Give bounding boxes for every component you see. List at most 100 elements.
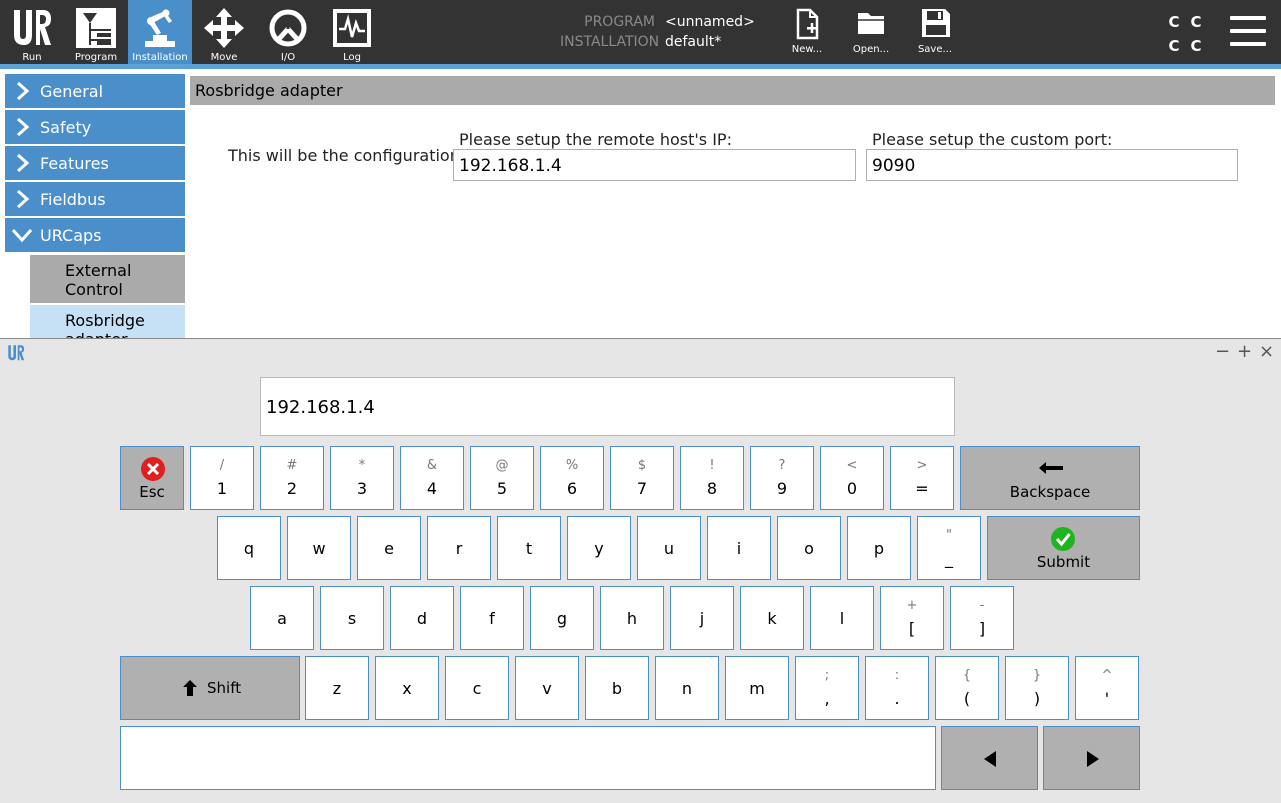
key-row3-8[interactable]: l xyxy=(810,586,874,650)
key-main-label: f xyxy=(489,609,495,628)
key-row4-3[interactable]: v xyxy=(515,656,579,720)
key-row3-0[interactable]: a xyxy=(250,586,314,650)
key-row3-6[interactable]: j xyxy=(670,586,734,650)
key-row4-11[interactable]: ^ ' xyxy=(1075,656,1139,720)
key-row3-9[interactable]: +[ xyxy=(880,586,944,650)
key-alt-label: ! xyxy=(709,458,715,473)
nav-installation-button[interactable]: Installation xyxy=(128,0,192,64)
save-disk-icon xyxy=(922,9,950,37)
sidebar-item-general[interactable]: General xyxy=(5,74,185,108)
arrow-right-icon xyxy=(1087,751,1099,767)
key-row2-5[interactable]: y xyxy=(567,516,631,580)
port-field[interactable]: 9090 xyxy=(866,149,1238,181)
key-row1-5[interactable]: % 6 xyxy=(540,446,604,510)
shift-key[interactable]: Shift xyxy=(120,656,300,720)
key-row3-3[interactable]: f xyxy=(460,586,524,650)
key-row1-4[interactable]: @5 xyxy=(470,446,534,510)
key-main-label: a xyxy=(277,609,287,628)
key-main-label: 4 xyxy=(426,479,438,498)
nav-log-button[interactable]: Log xyxy=(320,0,384,64)
key-row1-8[interactable]: ? 9 xyxy=(750,446,814,510)
key-row4-10[interactable]: }) xyxy=(1005,656,1069,720)
key-row3-4[interactable]: g xyxy=(530,586,594,650)
backspace-key[interactable]: Backspace xyxy=(960,446,1140,510)
sidebar-item-safety[interactable]: Safety xyxy=(5,110,185,144)
key-row4-8[interactable]: :. xyxy=(865,656,929,720)
key-alt-label: ? xyxy=(778,458,786,473)
key-row2-0[interactable]: q xyxy=(217,516,281,580)
key-row3-2[interactable]: d xyxy=(390,586,454,650)
key-row4-1[interactable]: x xyxy=(375,656,439,720)
new-file-label: New... xyxy=(791,44,823,55)
nav-program-button[interactable]: Program xyxy=(64,0,128,64)
key-row1-7[interactable]: ! 8 xyxy=(680,446,744,510)
cursor-left-key[interactable] xyxy=(941,726,1038,790)
close-icon[interactable]: × xyxy=(1259,341,1274,362)
chevron-right-icon xyxy=(17,82,30,100)
key-row2-6[interactable]: u xyxy=(637,516,701,580)
speed-indicator[interactable]: CC CC xyxy=(1163,10,1209,56)
nav-run-button[interactable]: Run xyxy=(0,0,64,64)
cursor-right-key[interactable] xyxy=(1043,726,1140,790)
key-alt-label: } xyxy=(1032,668,1042,683)
key-row1-2[interactable]: * 3 xyxy=(330,446,394,510)
key-main-label: b xyxy=(611,679,623,698)
key-main-label: m xyxy=(749,679,765,698)
key-row4-6[interactable]: m xyxy=(725,656,789,720)
key-row4-2[interactable]: c xyxy=(445,656,509,720)
key-row2-4[interactable]: t xyxy=(497,516,561,580)
key-row2-8[interactable]: o xyxy=(777,516,841,580)
sidebar-item-features[interactable]: Features xyxy=(5,146,185,180)
key-row1-6[interactable]: $7 xyxy=(610,446,674,510)
key-row3-1[interactable]: s xyxy=(320,586,384,650)
key-row4-5[interactable]: n xyxy=(655,656,719,720)
hamburger-menu-icon[interactable] xyxy=(1228,14,1268,48)
open-file-button[interactable]: Open... xyxy=(843,0,899,64)
new-file-button[interactable]: New... xyxy=(779,0,835,64)
key-row2-1[interactable]: w xyxy=(287,516,351,580)
key-main-label: 0 xyxy=(846,479,858,498)
sidebar-item-fieldbus[interactable]: Fieldbus xyxy=(5,182,185,216)
key-row3-10[interactable]: -] xyxy=(950,586,1014,650)
save-file-button[interactable]: Save... xyxy=(907,0,963,64)
key-row1-9[interactable]: <0 xyxy=(820,446,884,510)
ip-field[interactable]: 192.168.1.4 xyxy=(453,149,856,181)
key-row1-10[interactable]: > = xyxy=(890,446,954,510)
nav-move-button[interactable]: Move xyxy=(192,0,256,64)
polyscope-app: Run Program Installation Move I/O Log PR… xyxy=(0,0,1281,803)
key-row1-0[interactable]: /1 xyxy=(190,446,254,510)
maximize-icon[interactable]: + xyxy=(1237,341,1252,362)
sidebar-subitem-external-control[interactable]: External Control xyxy=(30,255,185,303)
key-alt-label: " xyxy=(946,528,952,543)
program-icon xyxy=(76,8,116,48)
ur-logo-icon xyxy=(14,10,51,45)
key-row2-9[interactable]: p xyxy=(847,516,911,580)
nav-io-button[interactable]: I/O xyxy=(256,0,320,64)
key-row4-0[interactable]: z xyxy=(305,656,369,720)
key-row3-5[interactable]: h xyxy=(600,586,664,650)
ip-label: Please setup the remote host's IP: xyxy=(459,130,732,149)
key-row1-1[interactable]: #2 xyxy=(260,446,324,510)
key-row2-10[interactable]: " _ xyxy=(917,516,981,580)
esc-key[interactable]: Esc xyxy=(120,446,184,510)
sidebar-item-urcaps[interactable]: URCaps xyxy=(5,218,185,252)
nav-io-label: I/O xyxy=(280,52,296,63)
key-row4-9[interactable]: {( xyxy=(935,656,999,720)
key-row4-7[interactable]: ;, xyxy=(795,656,859,720)
key-row2-2[interactable]: e xyxy=(357,516,421,580)
key-row1-3[interactable]: & 4 xyxy=(400,446,464,510)
submit-key[interactable]: Submit xyxy=(987,516,1140,580)
key-row2-3[interactable]: r xyxy=(427,516,491,580)
key-main-label: t xyxy=(525,539,533,558)
key-main-label: k xyxy=(767,609,777,628)
key-main-label: u xyxy=(663,539,675,558)
key-row2-7[interactable]: i xyxy=(707,516,771,580)
key-row3-7[interactable]: k xyxy=(740,586,804,650)
keyboard-input-display[interactable]: 192.168.1.4 xyxy=(260,377,955,436)
sidebar-subitem-rosbridge-adapter[interactable]: Rosbridge adapter xyxy=(30,305,185,338)
key-row4-4[interactable]: b xyxy=(585,656,649,720)
space-key[interactable] xyxy=(120,726,936,790)
key-main-label: i xyxy=(736,539,742,558)
sidebar-subitem-label: Rosbridge adapter xyxy=(65,311,145,338)
minimize-icon[interactable]: − xyxy=(1215,341,1230,362)
